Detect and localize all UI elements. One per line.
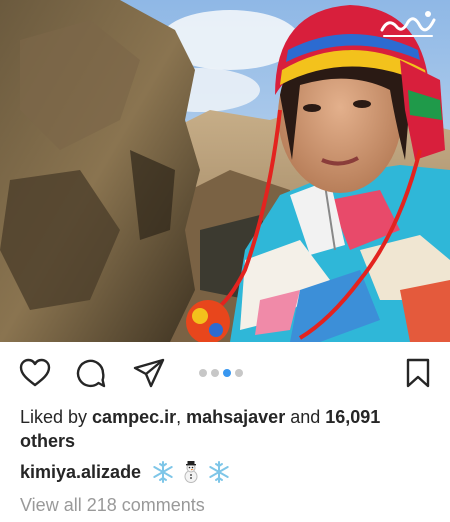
likes-count[interactable]: 16,091 (325, 407, 380, 427)
likes-and: and (285, 407, 326, 427)
carousel-dot (199, 369, 207, 377)
caption-username[interactable]: kimiya.alizade (20, 459, 141, 485)
post-image (0, 0, 450, 342)
comment-bubble-icon[interactable] (74, 356, 108, 390)
liked-by-user-1[interactable]: campec.ir (92, 407, 176, 427)
post-caption: kimiya.alizade (20, 459, 440, 485)
watermark-logo (376, 8, 442, 42)
post-photo[interactable] (0, 0, 450, 342)
view-all-comments-link[interactable]: View all 218 comments (20, 493, 205, 517)
likes-separator: , (176, 407, 187, 427)
likes-others[interactable]: others (20, 431, 75, 451)
liked-by-user-2[interactable]: mahsajaver (186, 407, 285, 427)
snowflake-icon (207, 460, 231, 484)
likes-summary: Liked by campec.ir, mahsajaver and 16,09… (20, 405, 440, 453)
snowman-icon (179, 460, 203, 484)
bookmark-icon[interactable] (401, 356, 435, 390)
snowflake-icon (151, 460, 175, 484)
likes-prefix: Liked by (20, 407, 93, 427)
heart-icon[interactable] (18, 356, 52, 390)
carousel-dot (211, 369, 219, 377)
send-icon[interactable] (132, 356, 166, 390)
carousel-indicator (199, 368, 243, 378)
carousel-dot (235, 369, 243, 377)
carousel-dot-active (223, 369, 231, 377)
